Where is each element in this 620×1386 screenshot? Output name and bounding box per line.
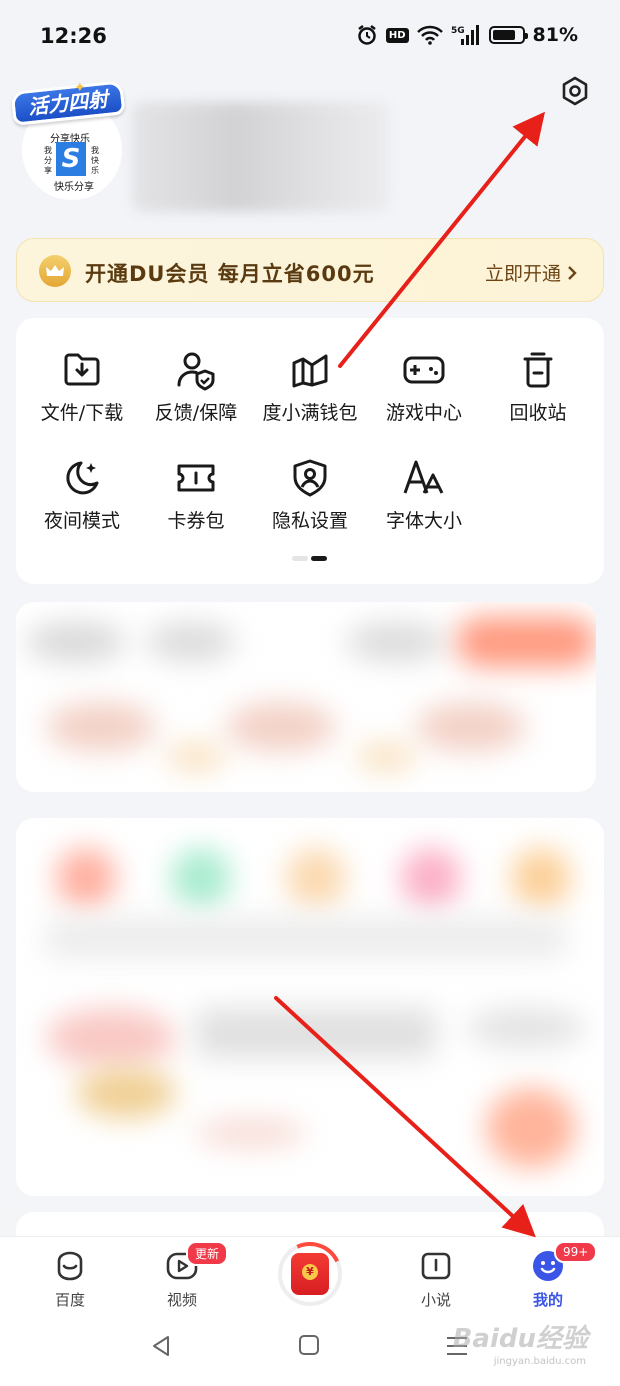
page-indicator bbox=[292, 556, 327, 561]
vip-activate-link[interactable]: 立即开通 bbox=[485, 259, 577, 286]
blur-block bbox=[196, 1008, 436, 1058]
tool-label: 夜间模式 bbox=[43, 510, 120, 532]
red-packet-icon bbox=[291, 1253, 329, 1295]
privacy-icon bbox=[288, 456, 332, 500]
font-size-icon bbox=[402, 456, 446, 500]
avatar-text-bottom: 快乐分享 bbox=[54, 182, 94, 193]
blurred-content-card[interactable] bbox=[16, 818, 604, 1196]
blur-block bbox=[76, 1068, 176, 1118]
baidu-face-icon bbox=[53, 1249, 87, 1283]
moon-icon bbox=[60, 456, 104, 500]
update-badge: 更新 bbox=[186, 1241, 229, 1266]
tab-label: 视频 bbox=[166, 1291, 197, 1309]
wifi-icon bbox=[416, 25, 443, 45]
page-dot bbox=[292, 556, 308, 561]
blur-block bbox=[486, 1088, 576, 1168]
blur-block bbox=[356, 742, 416, 772]
blur-block bbox=[166, 742, 226, 772]
network-type: 5G bbox=[451, 26, 465, 36]
username-blurred[interactable] bbox=[132, 102, 390, 212]
tab-mine[interactable]: 我的 99+ bbox=[508, 1241, 598, 1310]
tab-baidu[interactable]: 百度 bbox=[30, 1249, 110, 1310]
wallet-icon bbox=[288, 348, 332, 392]
blur-block bbox=[401, 848, 461, 908]
user-shield-icon bbox=[174, 348, 218, 392]
blur-block bbox=[46, 702, 156, 752]
blurred-content-card[interactable] bbox=[16, 602, 596, 792]
back-icon[interactable] bbox=[150, 1334, 172, 1358]
tool-night-mode[interactable]: 夜间模式 bbox=[22, 456, 142, 533]
alarm-icon bbox=[356, 24, 378, 46]
star-icon: ✦ bbox=[74, 80, 86, 96]
chevron-right-icon bbox=[568, 265, 577, 280]
tool-label: 游戏中心 bbox=[385, 402, 462, 424]
status-time: 12:26 bbox=[40, 24, 107, 48]
blur-block bbox=[346, 622, 446, 662]
tab-label: 我的 bbox=[532, 1291, 563, 1309]
home-icon[interactable] bbox=[298, 1334, 320, 1356]
tab-label: 小说 bbox=[420, 1291, 451, 1309]
blur-block bbox=[511, 848, 571, 908]
status-icons: HD 5G 81% bbox=[356, 24, 578, 46]
blur-block bbox=[171, 848, 231, 908]
blur-block bbox=[196, 1118, 306, 1148]
tool-label: 字体大小 bbox=[385, 510, 462, 532]
status-bar: 12:26 HD 5G 81% bbox=[0, 0, 620, 76]
blur-block bbox=[46, 1008, 176, 1068]
download-folder-icon bbox=[60, 348, 104, 392]
tool-privacy[interactable]: 隐私设置 bbox=[250, 456, 370, 533]
battery-icon bbox=[488, 26, 528, 44]
tool-coupons[interactable]: 卡券包 bbox=[136, 456, 256, 533]
tool-label: 回收站 bbox=[509, 402, 567, 424]
tool-recycle-bin[interactable]: 回收站 bbox=[478, 348, 598, 425]
tab-video[interactable]: 视频 更新 bbox=[142, 1241, 229, 1310]
hd-badge: HD bbox=[385, 27, 409, 43]
tool-file-download[interactable]: 文件/下载 bbox=[22, 348, 142, 425]
page-dot-active bbox=[311, 556, 327, 561]
blur-block bbox=[56, 848, 116, 908]
blur-block bbox=[456, 617, 596, 667]
blur-block bbox=[226, 702, 336, 752]
trash-icon bbox=[516, 348, 560, 392]
cellular-signal-icon: 5G bbox=[451, 24, 481, 46]
avatar-logo: S bbox=[56, 142, 86, 176]
blur-block bbox=[286, 848, 346, 908]
avatar[interactable]: 活力四射 ✦ 分享快乐 我分享 S 我快乐 快乐分享 bbox=[10, 80, 130, 210]
tool-label: 卡券包 bbox=[167, 510, 225, 532]
ticket-icon bbox=[174, 456, 218, 500]
tab-novel[interactable]: 小说 bbox=[396, 1249, 476, 1310]
tool-font-size[interactable]: 字体大小 bbox=[364, 456, 484, 533]
settings-icon bbox=[562, 76, 588, 106]
blur-block bbox=[466, 1008, 586, 1048]
gamepad-icon bbox=[402, 348, 446, 392]
battery-fill bbox=[492, 30, 516, 40]
blur-block bbox=[26, 622, 126, 662]
blur-block bbox=[416, 702, 526, 752]
vip-promo-text: 开通DU会员 每月立省600元 bbox=[85, 262, 375, 286]
tool-wallet[interactable]: 度小满钱包 bbox=[250, 348, 370, 425]
blur-block bbox=[146, 622, 236, 662]
vip-banner[interactable]: 开通DU会员 每月立省600元 立即开通 bbox=[16, 238, 604, 302]
battery-percent: 81% bbox=[532, 24, 578, 46]
blur-block bbox=[46, 918, 566, 958]
tool-label: 隐私设置 bbox=[271, 510, 348, 532]
avatar-text-left: 我分享 bbox=[44, 146, 52, 175]
watermark-url: jingyan.baidu.com bbox=[493, 1356, 586, 1367]
crown-icon bbox=[39, 255, 71, 287]
tools-card: 文件/下载 反馈/保障 度小满钱包 游戏中心 回收站 夜间模式 卡券包 隐私设置… bbox=[16, 318, 604, 584]
tool-label: 文件/下载 bbox=[40, 402, 124, 424]
notification-badge: 99+ bbox=[554, 1241, 598, 1263]
tool-game-center[interactable]: 游戏中心 bbox=[364, 348, 484, 425]
tool-feedback[interactable]: 反馈/保障 bbox=[136, 348, 256, 425]
tool-label: 反馈/保障 bbox=[154, 402, 238, 424]
tab-label: 百度 bbox=[54, 1291, 85, 1309]
watermark: Baidu经验 bbox=[452, 1324, 588, 1354]
vip-activate-label: 立即开通 bbox=[484, 263, 561, 285]
tool-label: 度小满钱包 bbox=[262, 402, 358, 424]
book-icon bbox=[419, 1249, 453, 1283]
settings-button[interactable] bbox=[556, 72, 594, 110]
avatar-text-right: 我快乐 bbox=[91, 146, 99, 175]
tab-red-packet[interactable] bbox=[268, 1232, 352, 1316]
